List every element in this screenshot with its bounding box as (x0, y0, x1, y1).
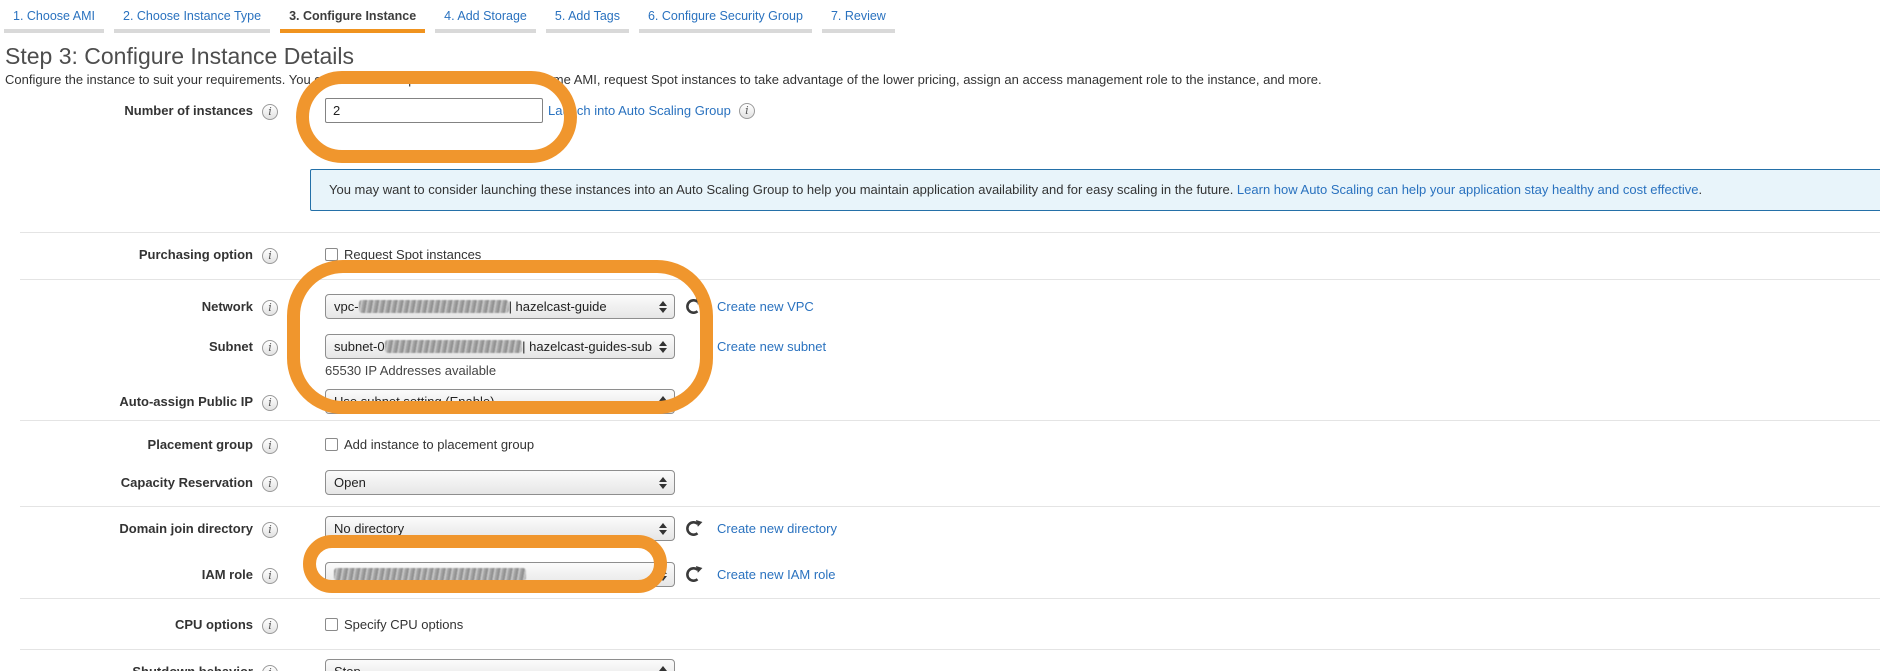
network-label: Network (0, 294, 253, 319)
network-value-prefix: vpc- (334, 299, 359, 314)
create-new-directory-link[interactable]: Create new directory (717, 521, 837, 536)
auto-scaling-learn-more-link[interactable]: Learn how Auto Scaling can help your app… (1237, 182, 1699, 197)
create-new-subnet-link[interactable]: Create new subnet (717, 339, 826, 354)
auto-assign-public-ip-value: Use subnet setting (Enable) (334, 394, 494, 409)
tab-review[interactable]: 7. Review (822, 9, 895, 33)
cpu-options-label: CPU options (0, 616, 253, 633)
placement-group-label: Placement group (0, 436, 253, 453)
select-caret-icon (659, 569, 667, 581)
request-spot-instances-checkbox[interactable] (325, 248, 338, 261)
redacted-iam-role-name (334, 568, 526, 581)
redacted-subnet-id (385, 340, 523, 353)
tab-configure-security-group[interactable]: 6. Configure Security Group (639, 9, 812, 33)
notice-text: You may want to consider launching these… (329, 182, 1237, 197)
row-auto-assign-public-ip: Auto-assign Public IP i Use subnet setti… (0, 389, 1880, 414)
row-subnet: Subnet i subnet-0 | hazelcast-guides-sub… (0, 334, 1880, 379)
select-caret-icon (659, 523, 667, 535)
specify-cpu-options-checkbox[interactable] (325, 618, 338, 631)
row-shutdown-behavior: Shutdown behavior i Stop (0, 659, 1880, 671)
refresh-icon[interactable] (684, 297, 703, 316)
redacted-vpc-id (359, 300, 509, 313)
auto-assign-public-ip-select[interactable]: Use subnet setting (Enable) (325, 389, 675, 414)
tab-configure-instance[interactable]: 3. Configure Instance (280, 9, 425, 33)
info-icon[interactable]: i (262, 104, 278, 120)
row-capacity-reservation: Capacity Reservation i Open (0, 470, 1880, 495)
page-description: Configure the instance to suit your requ… (5, 72, 1880, 88)
request-spot-instances-label: Request Spot instances (344, 247, 481, 262)
number-of-instances-label: Number of instances (0, 98, 253, 123)
divider (20, 420, 1880, 421)
divider (20, 232, 1880, 233)
shutdown-behavior-value: Stop (334, 664, 361, 671)
info-icon[interactable]: i (262, 248, 278, 264)
shutdown-behavior-select[interactable]: Stop (325, 659, 675, 671)
network-value-suffix: | hazelcast-guide (509, 299, 607, 314)
add-instance-to-placement-group-checkbox[interactable] (325, 438, 338, 451)
select-caret-icon (659, 341, 667, 353)
number-of-instances-input[interactable] (325, 98, 543, 123)
info-icon[interactable]: i (262, 438, 278, 454)
auto-scaling-notice: You may want to consider launching these… (310, 169, 1880, 211)
capacity-reservation-value: Open (334, 475, 366, 490)
create-new-vpc-link[interactable]: Create new VPC (717, 299, 814, 314)
create-new-iam-role-link[interactable]: Create new IAM role (717, 567, 836, 582)
subnet-value-suffix: | hazelcast-guides-sub (522, 339, 652, 354)
info-icon[interactable]: i (262, 476, 278, 492)
info-icon[interactable]: i (262, 340, 278, 356)
info-icon[interactable]: i (262, 665, 278, 671)
specify-cpu-options-label: Specify CPU options (344, 617, 463, 632)
tab-add-storage[interactable]: 4. Add Storage (435, 9, 536, 33)
shutdown-behavior-label: Shutdown behavior (0, 659, 253, 671)
info-icon[interactable]: i (262, 618, 278, 634)
purchasing-option-label: Purchasing option (0, 246, 253, 263)
divider (20, 506, 1880, 507)
domain-join-directory-label: Domain join directory (0, 516, 253, 541)
iam-role-label: IAM role (0, 562, 253, 587)
subnet-value-prefix: subnet-0 (334, 339, 385, 354)
subnet-ip-availability-note: 65530 IP Addresses available (325, 363, 1880, 379)
select-caret-icon (659, 666, 667, 671)
auto-assign-public-ip-label: Auto-assign Public IP (0, 389, 253, 414)
refresh-icon[interactable] (684, 565, 703, 584)
row-iam-role: IAM role i Create new IAM role (0, 562, 1880, 587)
network-select[interactable]: vpc- | hazelcast-guide (325, 294, 675, 319)
refresh-icon[interactable] (684, 519, 703, 538)
tab-choose-ami[interactable]: 1. Choose AMI (4, 9, 104, 33)
info-icon[interactable]: i (739, 103, 755, 119)
row-domain-join-directory: Domain join directory i No directory Cre… (0, 516, 1880, 541)
capacity-reservation-select[interactable]: Open (325, 470, 675, 495)
iam-role-select[interactable] (325, 562, 675, 587)
capacity-reservation-label: Capacity Reservation (0, 470, 253, 495)
page-title: Step 3: Configure Instance Details (5, 43, 1880, 69)
notice-suffix: . (1698, 182, 1702, 197)
subnet-label: Subnet (0, 334, 253, 359)
row-cpu-options: CPU options i Specify CPU options (0, 616, 1880, 634)
row-placement-group: Placement group i Add instance to placem… (0, 436, 1880, 454)
row-number-of-instances: Number of instances i Launch into Auto S… (0, 98, 1880, 123)
info-icon[interactable]: i (262, 300, 278, 316)
configure-instance-page: 1. Choose AMI 2. Choose Instance Type 3.… (0, 0, 1880, 671)
launch-into-auto-scaling-group-link[interactable]: Launch into Auto Scaling Group (548, 103, 731, 118)
row-purchasing-option: Purchasing option i Request Spot instanc… (0, 246, 1880, 264)
domain-join-directory-select[interactable]: No directory (325, 516, 675, 541)
wizard-step-tabs: 1. Choose AMI 2. Choose Instance Type 3.… (0, 0, 1880, 33)
subnet-select[interactable]: subnet-0 | hazelcast-guides-sub (325, 334, 675, 359)
select-caret-icon (659, 396, 667, 408)
divider (20, 279, 1880, 280)
info-icon[interactable]: i (262, 395, 278, 411)
divider (20, 649, 1880, 650)
tab-add-tags[interactable]: 5. Add Tags (546, 9, 629, 33)
select-caret-icon (659, 477, 667, 489)
row-network: Network i vpc- | hazelcast-guide Create … (0, 294, 1880, 319)
info-icon[interactable]: i (262, 568, 278, 584)
select-caret-icon (659, 301, 667, 313)
info-icon[interactable]: i (262, 522, 278, 538)
domain-join-directory-value: No directory (334, 521, 404, 536)
add-instance-to-placement-group-label: Add instance to placement group (344, 437, 534, 452)
tab-choose-instance-type[interactable]: 2. Choose Instance Type (114, 9, 270, 33)
divider (20, 598, 1880, 599)
